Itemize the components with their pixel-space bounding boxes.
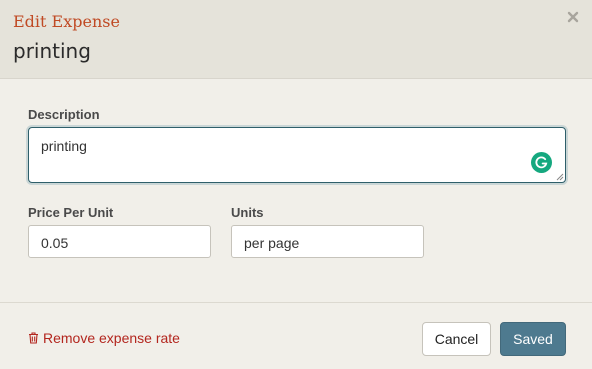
remove-expense-rate-label: Remove expense rate — [43, 330, 180, 346]
saved-button[interactable]: Saved — [500, 322, 566, 356]
remove-expense-rate-link[interactable]: Remove expense rate — [28, 330, 180, 346]
modal-body: Description printing Price Per Unit 0.05… — [0, 80, 592, 302]
modal-header: Edit Expense printing — [0, 0, 592, 79]
price-per-unit-input[interactable]: 0.05 — [28, 225, 211, 258]
grammarly-icon[interactable] — [531, 152, 552, 173]
trash-icon — [29, 332, 38, 344]
close-icon — [567, 11, 579, 23]
footer-divider — [0, 302, 592, 303]
units-input[interactable]: per page — [231, 225, 424, 258]
description-label: Description — [28, 107, 100, 122]
description-value: printing — [41, 138, 87, 154]
units-label: Units — [231, 205, 264, 220]
close-button[interactable] — [566, 10, 580, 24]
modal-subtitle: printing — [13, 39, 91, 63]
price-per-unit-label: Price Per Unit — [28, 205, 114, 220]
modal-title: Edit Expense — [13, 12, 120, 31]
description-textarea[interactable]: printing — [28, 127, 566, 183]
resize-handle[interactable] — [556, 173, 564, 181]
cancel-button[interactable]: Cancel — [422, 322, 491, 356]
